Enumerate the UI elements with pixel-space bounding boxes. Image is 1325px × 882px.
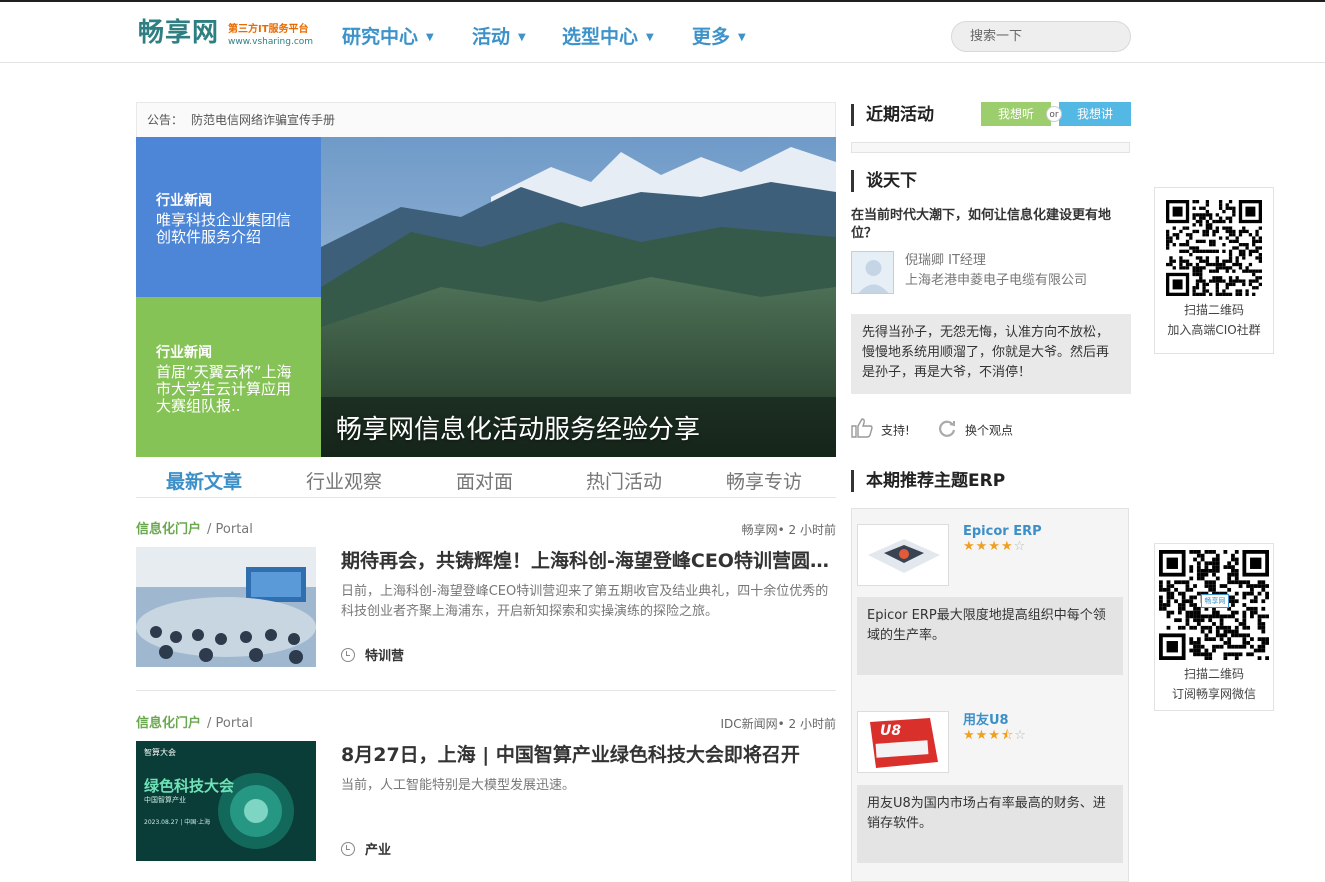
erp-heading: 本期推荐主题ERP <box>851 470 1005 492</box>
qr-caption: 加入高端CIO社群 <box>1167 323 1261 337</box>
tile-title: 唯享科技企业集团信创软件服务介绍 <box>156 211 292 246</box>
tile-category: 行业新闻 <box>156 345 212 361</box>
tab-hot-events[interactable]: 热门活动 <box>586 469 662 495</box>
thumb-brand: 智算大会 <box>144 748 176 757</box>
search-input[interactable] <box>951 21 1131 52</box>
article-title[interactable]: 8月27日，上海 | 中国智算产业绿色科技大会即将召开 <box>341 742 836 768</box>
nav-more[interactable]: 更多 ▼ <box>692 22 746 52</box>
want-to-listen-button[interactable]: 我想听 <box>981 102 1051 126</box>
article-tag[interactable]: 产业 <box>341 842 391 860</box>
site-header: 畅享网 第三方IT服务平台 www.vsharing.com 研究中心 ▼ 活动 ▼… <box>0 2 1325 63</box>
recent-activities-list <box>851 142 1130 153</box>
nav-selection-center[interactable]: 选型中心 ▼ <box>562 22 654 52</box>
support-button[interactable]: 支持! <box>851 418 910 444</box>
qr-caption: 扫描二维码 <box>1183 303 1244 317</box>
erp-product-desc: Epicor ERP最大限度地提高组织中每个领域的生产率。 <box>857 597 1123 675</box>
article-category[interactable]: 信息化门户 / Portal <box>136 716 253 732</box>
refresh-icon <box>937 418 957 444</box>
article-source: 畅享网• 2 小时前 <box>741 523 836 537</box>
notice-link[interactable]: 防范电信网络诈骗宣传手册 <box>191 113 335 127</box>
change-view-button[interactable]: 换个观点 <box>937 418 1013 444</box>
site-logo[interactable]: 畅享网 <box>138 18 219 48</box>
notice-bar: 公告： 防范电信网络诈骗宣传手册 <box>136 102 836 137</box>
want-to-speak-button[interactable]: 我想讲 <box>1059 102 1131 126</box>
article-category[interactable]: 信息化门户 / Portal <box>136 522 253 538</box>
tab-latest[interactable]: 最新文章 <box>166 469 242 495</box>
chevron-down-icon: ▼ <box>518 31 526 43</box>
slider-tile[interactable]: 行业新闻 唯享科技企业集团信创软件服务介绍 <box>136 137 321 297</box>
qr-badge: 畅享网 <box>1201 594 1229 608</box>
tile-category: 行业新闻 <box>156 193 212 209</box>
article-thumbnail[interactable]: 智算大会 绿色科技大会 中国智算产业 2023.08.27 | 中国·上海 <box>136 741 316 861</box>
article-title[interactable]: 期待再会，共铸辉煌！上海科创-海望登峰CEO特训营圆满结业 <box>341 548 836 574</box>
notice-label: 公告： <box>147 113 184 127</box>
clock-icon <box>341 648 355 662</box>
erp-product-desc: 用友U8为国内市场占有率最高的财务、进销存软件。 <box>857 785 1123 863</box>
erp-product-logo[interactable] <box>857 524 949 586</box>
rating-stars: ★★★⯪☆ <box>963 728 1027 743</box>
avatar <box>851 251 894 294</box>
slider-tile[interactable]: 行业新闻 首届“天翼云杯”上海市大学生云计算应用大赛组队报.. <box>136 297 321 457</box>
qr-code-image <box>1166 200 1262 296</box>
clock-icon <box>341 842 355 856</box>
hero-image[interactable] <box>321 137 836 457</box>
talk-heading: 谈天下 <box>851 170 917 192</box>
erp-product-logo[interactable]: U8 <box>857 711 949 773</box>
tab-face-to-face[interactable]: 面对面 <box>456 469 513 495</box>
logo-tagline: 第三方IT服务平台 <box>228 24 309 35</box>
chevron-down-icon: ▼ <box>646 31 654 43</box>
talk-question[interactable]: 在当前时代大潮下，如何让信息化建设更有地位？ <box>851 207 1126 243</box>
rating-stars: ★★★★☆ <box>963 539 1027 554</box>
recent-activities-heading: 近期活动 <box>851 104 934 126</box>
article-divider <box>136 690 836 691</box>
logo-url: www.vsharing.com <box>228 37 314 47</box>
tab-industry-watch[interactable]: 行业观察 <box>306 469 382 495</box>
hero-caption[interactable]: 畅享网信息化活动服务经验分享 <box>336 410 700 450</box>
chevron-down-icon: ▼ <box>426 31 434 43</box>
or-badge: or <box>1046 106 1062 122</box>
article-source: IDC新闻网• 2 小时前 <box>720 717 836 731</box>
qr-caption: 订阅畅享网微信 <box>1171 687 1256 701</box>
talk-quote: 先得当孙子，无怨无悔，认准方向不放松，慢慢地系统用顺溜了，你就是大爷。然后再是孙… <box>851 314 1131 394</box>
article-summary: 当前，人工智能特别是大模型发展迅速。 <box>341 778 576 793</box>
thumb-sub: 中国智算产业 <box>144 796 186 804</box>
article-summary: 日前，上海科创-海望登峰CEO特训营迎来了第五期收官及结业典礼，四十余位优秀的科… <box>341 584 829 619</box>
tile-title: 首届“天翼云杯”上海市大学生云计算应用大赛组队报.. <box>156 363 292 415</box>
qr-code-wechat[interactable]: 扫描二维码 订阅畅享网微信 畅享网 <box>1154 543 1274 711</box>
thumb-date: 2023.08.27 | 中国·上海 <box>144 819 211 826</box>
tab-interviews[interactable]: 畅享专访 <box>726 469 802 495</box>
article-thumbnail[interactable] <box>136 547 316 667</box>
erp-product-name[interactable]: 用友U8 <box>963 713 1009 729</box>
chevron-down-icon: ▼ <box>738 31 746 43</box>
talk-author[interactable]: 倪瑞卿 IT经理 <box>905 252 986 270</box>
thumbs-up-icon <box>851 418 873 444</box>
nav-activities[interactable]: 活动 ▼ <box>472 22 526 52</box>
article-tag[interactable]: 特训营 <box>341 648 404 666</box>
qr-code-cio[interactable]: 扫描二维码 加入高端CIO社群 <box>1154 187 1274 354</box>
nav-research-center[interactable]: 研究中心 ▼ <box>342 22 434 52</box>
talk-company: 上海老港申菱电子电缆有限公司 <box>905 273 1088 288</box>
article-tabs: 最新文章 行业观察 面对面 热门活动 畅享专访 <box>136 465 836 498</box>
u8-logo-text: U8 <box>880 723 902 739</box>
erp-product-name[interactable]: Epicor ERP <box>963 524 1042 540</box>
thumb-headline: 绿色科技大会 <box>144 777 235 795</box>
qr-caption: 扫描二维码 <box>1183 667 1244 681</box>
